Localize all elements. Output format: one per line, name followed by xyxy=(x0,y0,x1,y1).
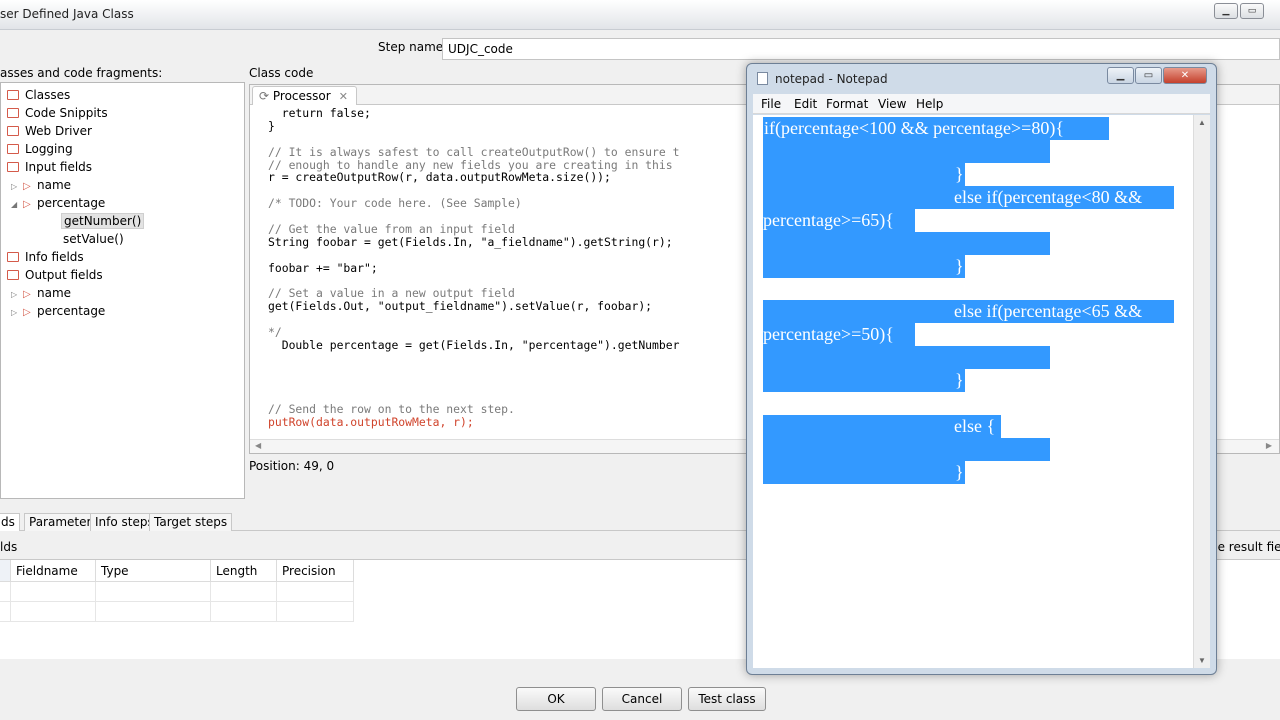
notepad-window[interactable]: notepad - Notepad ▁ ▭ ✕ File Edit Format… xyxy=(746,63,1217,675)
tab-fields[interactable]: ds xyxy=(0,513,20,531)
step-name-input[interactable] xyxy=(442,38,1280,60)
selected-text-line xyxy=(763,438,1050,461)
maximize-icon[interactable]: ▭ xyxy=(1240,3,1264,19)
menu-format[interactable]: Format xyxy=(826,97,868,111)
tree-item-getnumber[interactable]: getNumber() xyxy=(61,213,145,229)
folder-icon xyxy=(7,252,19,262)
selected-text-line: } xyxy=(763,369,965,392)
notepad-text-area[interactable]: if(percentage<100 && percentage>=80){ } … xyxy=(753,115,1210,668)
menu-view[interactable]: View xyxy=(878,97,906,111)
tab-processor[interactable]: ⟳ Processor ✕ xyxy=(252,86,357,105)
selected-text-line xyxy=(763,232,1050,255)
table-cell[interactable] xyxy=(211,602,277,622)
scroll-left-icon[interactable]: ◀ xyxy=(255,441,261,450)
selected-text-line: else if(percentage<65 && xyxy=(763,300,1174,323)
column-header-type[interactable]: Type xyxy=(96,560,211,582)
step-name-label: Step name xyxy=(378,40,444,54)
collapse-icon[interactable]: ◢ xyxy=(11,197,23,213)
field-icon: ▷ xyxy=(23,307,31,318)
tree-item-output-percentage[interactable]: ▷ ▷ percentage xyxy=(11,303,105,319)
tree-item-input-percentage[interactable]: ◢ ▷ percentage xyxy=(11,195,105,211)
field-icon: ▷ xyxy=(23,181,31,192)
notepad-title: notepad - Notepad xyxy=(775,72,888,86)
tree-item-input-name[interactable]: ▷ ▷ name xyxy=(11,177,71,193)
class-icon: ⟳ xyxy=(259,89,270,103)
window-titlebar: ser Defined Java Class ▁ ▭ xyxy=(0,0,1280,30)
test-class-button[interactable]: Test class xyxy=(688,687,766,711)
selected-text-line: percentage>=50){ xyxy=(763,323,915,346)
close-tab-icon[interactable]: ✕ xyxy=(339,90,348,103)
column-header-precision[interactable]: Precision xyxy=(277,560,354,582)
tree-item-output-name[interactable]: ▷ ▷ name xyxy=(11,285,71,301)
field-icon: ▷ xyxy=(23,289,31,300)
selected-text-line: if(percentage<100 && percentage>=80){ xyxy=(763,117,1109,140)
cursor-position: Position: 49, 0 xyxy=(249,459,335,473)
tree-item-classes[interactable]: Classes xyxy=(7,87,70,103)
notepad-icon xyxy=(757,72,768,85)
minimize-icon[interactable]: ▁ xyxy=(1214,3,1238,19)
folder-icon xyxy=(7,144,19,154)
cancel-button[interactable]: Cancel xyxy=(602,687,682,711)
selected-text-line xyxy=(763,140,1050,163)
column-header-fieldname[interactable]: Fieldname xyxy=(11,560,96,582)
expand-icon[interactable]: ▷ xyxy=(11,287,23,303)
folder-icon xyxy=(7,126,19,136)
notepad-close-icon[interactable]: ✕ xyxy=(1163,67,1207,84)
table-cell[interactable] xyxy=(277,602,354,622)
folder-icon xyxy=(7,108,19,118)
table-cell[interactable] xyxy=(96,582,211,602)
result-field-caption: he result field xyxy=(1210,540,1280,554)
notepad-vertical-scrollbar[interactable]: ▲ ▼ xyxy=(1193,115,1210,668)
tab-target-steps[interactable]: Target steps xyxy=(149,513,233,531)
notepad-minimize-icon[interactable]: ▁ xyxy=(1107,67,1134,84)
table-cell[interactable] xyxy=(277,582,354,602)
table-cell[interactable] xyxy=(11,602,96,622)
tree-caption: asses and code fragments: xyxy=(0,66,163,80)
tab-label: Processor xyxy=(272,89,331,103)
menu-edit[interactable]: Edit xyxy=(794,97,817,111)
table-cell[interactable] xyxy=(96,602,211,622)
tree-item-input-fields[interactable]: Input fields xyxy=(7,159,92,175)
selected-text-line: percentage>=65){ xyxy=(763,209,915,232)
scroll-up-icon[interactable]: ▲ xyxy=(1198,118,1206,127)
notepad-menubar: File Edit Format View Help xyxy=(753,94,1210,114)
selected-text-line: else { xyxy=(763,415,1001,438)
folder-icon xyxy=(7,90,19,100)
tree-item-code-snippits[interactable]: Code Snippits xyxy=(7,105,108,121)
table-cell[interactable] xyxy=(11,582,96,602)
tree-item-setvalue[interactable]: setValue() xyxy=(63,231,124,247)
class-code-caption: Class code xyxy=(249,66,314,80)
window-title: ser Defined Java Class xyxy=(0,7,134,21)
fields-caption: lds xyxy=(0,540,18,554)
selected-text-line xyxy=(763,346,1050,369)
ok-button[interactable]: OK xyxy=(516,687,596,711)
folder-icon xyxy=(7,162,19,172)
tree-item-web-driver[interactable]: Web Driver xyxy=(7,123,92,139)
menu-file[interactable]: File xyxy=(761,97,781,111)
scroll-right-icon[interactable]: ▶ xyxy=(1266,441,1272,450)
tree-item-info-fields[interactable]: Info fields xyxy=(7,249,84,265)
selected-text-line: } xyxy=(763,255,965,278)
column-header-length[interactable]: Length xyxy=(211,560,277,582)
folder-icon xyxy=(7,270,19,280)
table-cell[interactable] xyxy=(211,582,277,602)
table-cell[interactable] xyxy=(0,602,11,622)
tree-item-logging[interactable]: Logging xyxy=(7,141,73,157)
notepad-titlebar[interactable]: notepad - Notepad ▁ ▭ ✕ xyxy=(747,64,1216,92)
menu-help[interactable]: Help xyxy=(916,97,943,111)
selected-text-line: } xyxy=(763,163,965,186)
field-icon: ▷ xyxy=(23,199,31,210)
tree-item-output-fields[interactable]: Output fields xyxy=(7,267,103,283)
notepad-maximize-icon[interactable]: ▭ xyxy=(1135,67,1162,84)
selected-text-line: } xyxy=(763,461,965,484)
row-header xyxy=(0,560,11,582)
expand-icon[interactable]: ▷ xyxy=(11,305,23,321)
expand-icon[interactable]: ▷ xyxy=(11,179,23,195)
table-cell[interactable] xyxy=(0,582,11,602)
selected-text-line: else if(percentage<80 && xyxy=(763,186,1174,209)
scroll-down-icon[interactable]: ▼ xyxy=(1198,656,1206,665)
classes-tree[interactable]: Classes Code Snippits Web Driver Logging… xyxy=(0,82,245,499)
